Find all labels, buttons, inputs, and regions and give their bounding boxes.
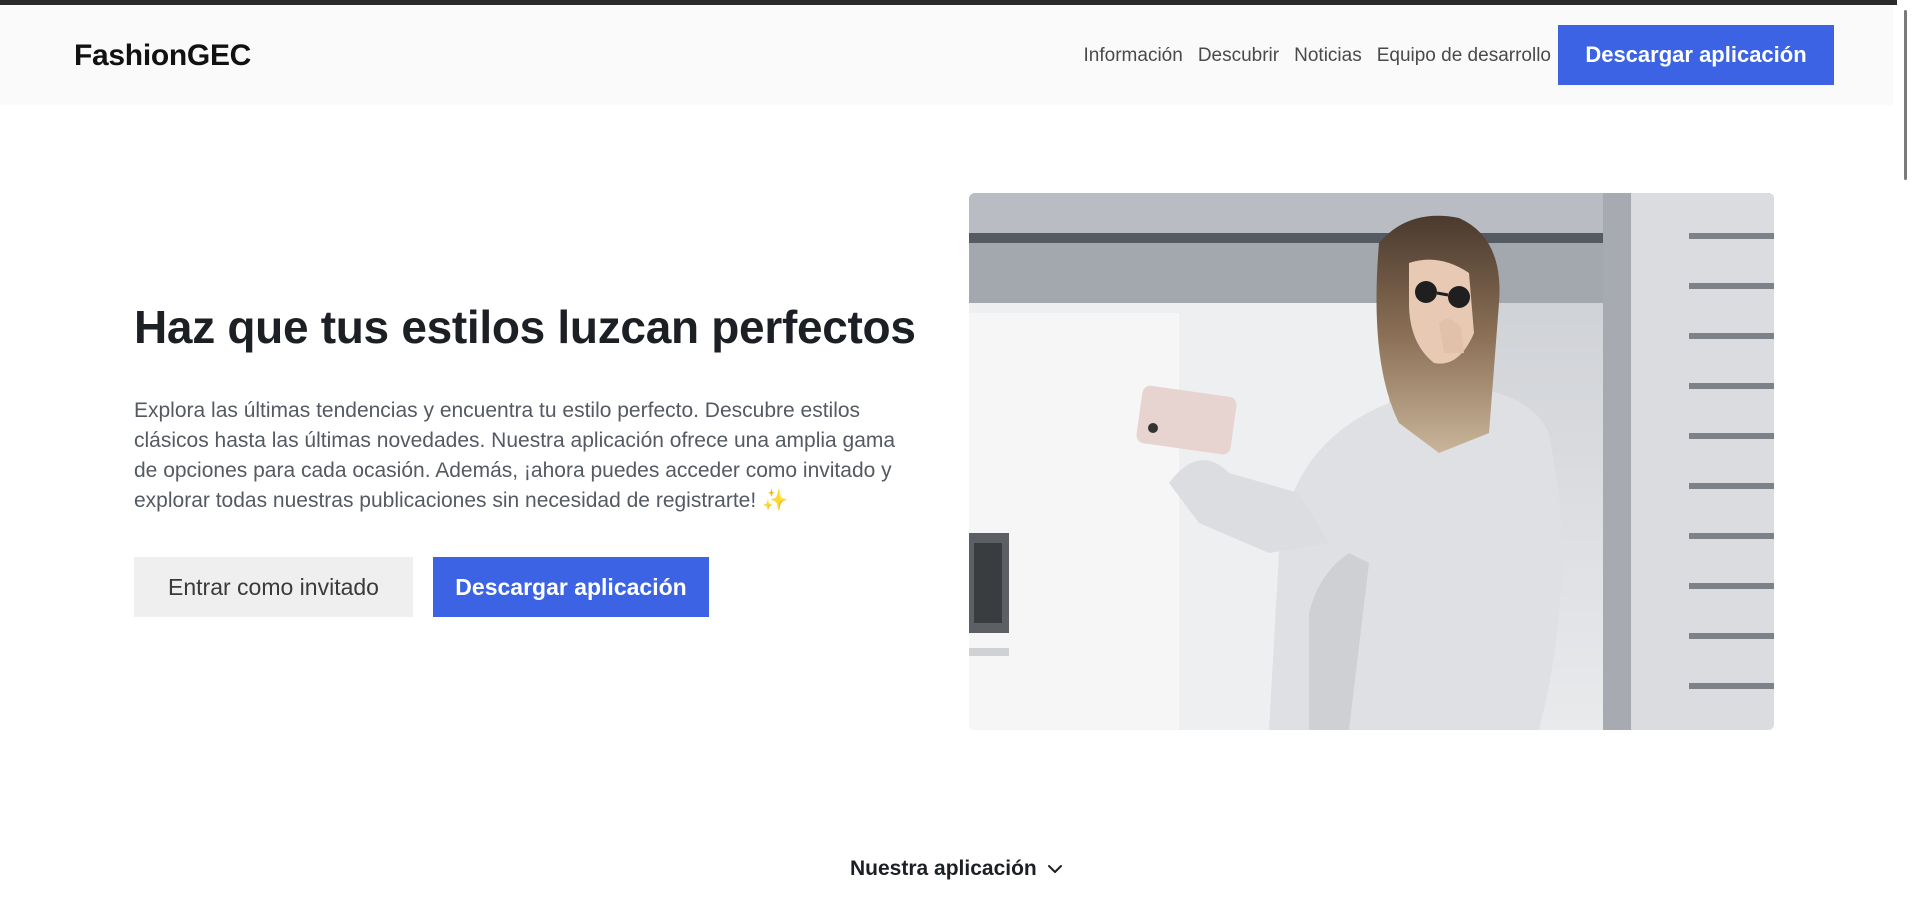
nav-link-descubrir[interactable]: Descubrir: [1198, 45, 1279, 67]
section-toggle-label: Nuestra aplicación: [850, 857, 1037, 880]
nav-link-equipo[interactable]: Equipo de desarrollo: [1377, 45, 1551, 67]
section-toggle[interactable]: Nuestra aplicación: [850, 857, 1063, 881]
hero-download-button[interactable]: Descargar aplicación: [433, 557, 709, 617]
navbar: FashionGEC Información Descubrir Noticia…: [0, 5, 1893, 105]
nav-links: Información Descubrir Noticias Equipo de…: [1084, 45, 1551, 67]
hero-title: Haz que tus estilos luzcan perfectos: [134, 301, 916, 353]
hero-description: Explora las últimas tendencias y encuent…: [134, 399, 896, 512]
chevron-down-icon: [1047, 865, 1062, 873]
scrollbar-thumb[interactable]: [1904, 10, 1907, 180]
scrollbar[interactable]: [1897, 0, 1913, 919]
guest-login-button[interactable]: Entrar como invitado: [134, 557, 413, 617]
hero-photo-illustration: [969, 193, 1774, 730]
nav-link-noticias[interactable]: Noticias: [1294, 45, 1362, 67]
header-download-button[interactable]: Descargar aplicación: [1558, 25, 1834, 85]
brand-logo[interactable]: FashionGEC: [74, 39, 251, 73]
nav-link-informacion[interactable]: Información: [1084, 45, 1183, 67]
hero-photo: [969, 193, 1774, 730]
